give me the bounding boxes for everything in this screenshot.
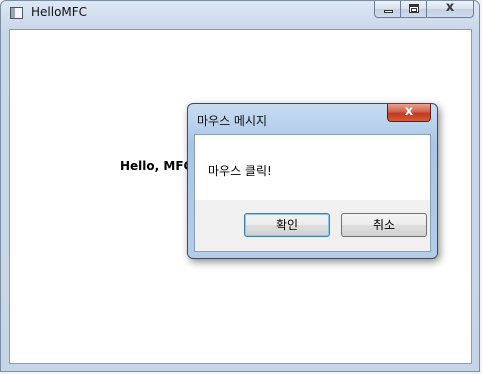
ok-button[interactable]: 확인 bbox=[244, 213, 330, 237]
message-box-footer: 확인 취소 bbox=[195, 200, 430, 251]
minimize-icon bbox=[384, 10, 393, 13]
message-text: 마우스 클릭! bbox=[208, 164, 272, 178]
main-window-titlebar[interactable]: HelloMFC x bbox=[1, 0, 479, 27]
minimize-button[interactable] bbox=[374, 1, 401, 18]
window-close-button[interactable]: x bbox=[427, 0, 474, 18]
message-box-title: 마우스 메시지 bbox=[197, 114, 268, 128]
message-box-close-button[interactable]: x bbox=[387, 104, 431, 122]
message-box-body: 마우스 클릭! 확인 취소 bbox=[194, 134, 431, 252]
cancel-button[interactable]: 취소 bbox=[341, 213, 427, 237]
caption-buttons: x bbox=[374, 0, 474, 19]
close-icon: x bbox=[404, 104, 414, 119]
close-icon: x bbox=[445, 0, 455, 15]
maximize-icon bbox=[409, 4, 419, 13]
app-window-icon[interactable] bbox=[10, 7, 23, 19]
window-title: HelloMFC bbox=[31, 5, 88, 19]
message-box: 마우스 메시지 x 마우스 클릭! 확인 취소 bbox=[187, 103, 438, 259]
hello-text: Hello, MFC bbox=[120, 159, 193, 173]
maximize-button[interactable] bbox=[401, 1, 427, 18]
